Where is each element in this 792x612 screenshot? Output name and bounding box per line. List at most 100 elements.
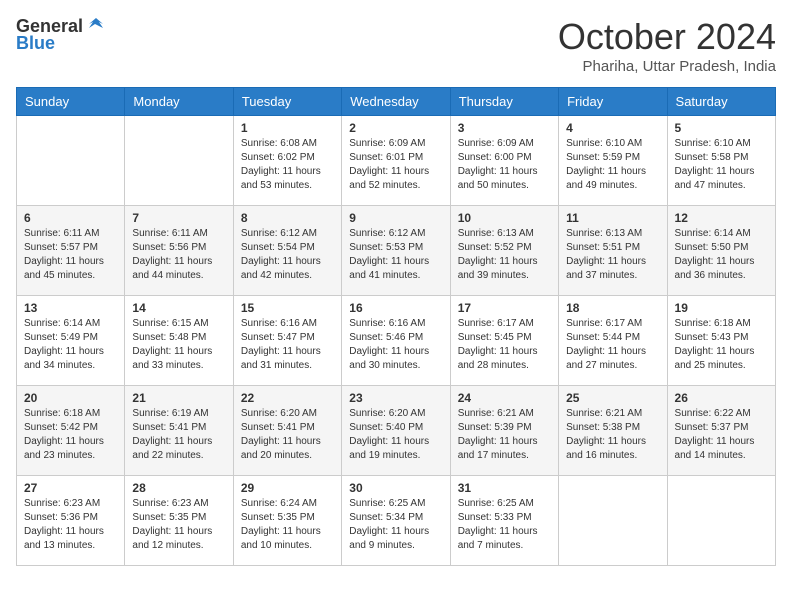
calendar-cell: 8 Sunrise: 6:12 AMSunset: 5:54 PMDayligh… — [233, 206, 341, 296]
day-number: 9 — [349, 211, 442, 225]
day-info: Sunrise: 6:10 AMSunset: 5:58 PMDaylight:… — [675, 137, 768, 193]
calendar-cell: 15 Sunrise: 6:16 AMSunset: 5:47 PMDaylig… — [233, 296, 341, 386]
day-info: Sunrise: 6:21 AMSunset: 5:38 PMDaylight:… — [566, 407, 659, 463]
day-number: 8 — [241, 211, 334, 225]
calendar-cell: 9 Sunrise: 6:12 AMSunset: 5:53 PMDayligh… — [342, 206, 450, 296]
day-info: Sunrise: 6:12 AMSunset: 5:53 PMDaylight:… — [349, 227, 442, 283]
calendar-cell: 31 Sunrise: 6:25 AMSunset: 5:33 PMDaylig… — [450, 476, 558, 566]
day-info: Sunrise: 6:16 AMSunset: 5:46 PMDaylight:… — [349, 317, 442, 373]
day-info: Sunrise: 6:22 AMSunset: 5:37 PMDaylight:… — [675, 407, 768, 463]
calendar-week-row: 20 Sunrise: 6:18 AMSunset: 5:42 PMDaylig… — [17, 386, 776, 476]
day-number: 28 — [132, 481, 225, 495]
day-info: Sunrise: 6:25 AMSunset: 5:33 PMDaylight:… — [458, 497, 551, 553]
day-number: 24 — [458, 391, 551, 405]
day-number: 14 — [132, 301, 225, 315]
calendar-cell: 18 Sunrise: 6:17 AMSunset: 5:44 PMDaylig… — [559, 296, 667, 386]
day-number: 31 — [458, 481, 551, 495]
calendar-week-row: 13 Sunrise: 6:14 AMSunset: 5:49 PMDaylig… — [17, 296, 776, 386]
day-number: 13 — [24, 301, 117, 315]
calendar-cell: 12 Sunrise: 6:14 AMSunset: 5:50 PMDaylig… — [667, 206, 775, 296]
day-number: 23 — [349, 391, 442, 405]
day-number: 29 — [241, 481, 334, 495]
calendar-header-monday: Monday — [125, 88, 233, 116]
day-info: Sunrise: 6:25 AMSunset: 5:34 PMDaylight:… — [349, 497, 442, 553]
calendar-cell: 30 Sunrise: 6:25 AMSunset: 5:34 PMDaylig… — [342, 476, 450, 566]
calendar-cell: 19 Sunrise: 6:18 AMSunset: 5:43 PMDaylig… — [667, 296, 775, 386]
calendar-cell: 29 Sunrise: 6:24 AMSunset: 5:35 PMDaylig… — [233, 476, 341, 566]
day-info: Sunrise: 6:18 AMSunset: 5:43 PMDaylight:… — [675, 317, 768, 373]
day-info: Sunrise: 6:09 AMSunset: 6:01 PMDaylight:… — [349, 137, 442, 193]
day-info: Sunrise: 6:18 AMSunset: 5:42 PMDaylight:… — [24, 407, 117, 463]
day-number: 11 — [566, 211, 659, 225]
calendar-cell: 24 Sunrise: 6:21 AMSunset: 5:39 PMDaylig… — [450, 386, 558, 476]
day-info: Sunrise: 6:14 AMSunset: 5:49 PMDaylight:… — [24, 317, 117, 373]
day-number: 21 — [132, 391, 225, 405]
day-info: Sunrise: 6:23 AMSunset: 5:36 PMDaylight:… — [24, 497, 117, 553]
calendar-cell — [17, 116, 125, 206]
day-info: Sunrise: 6:21 AMSunset: 5:39 PMDaylight:… — [458, 407, 551, 463]
day-number: 27 — [24, 481, 117, 495]
day-info: Sunrise: 6:19 AMSunset: 5:41 PMDaylight:… — [132, 407, 225, 463]
calendar-header-tuesday: Tuesday — [233, 88, 341, 116]
day-info: Sunrise: 6:17 AMSunset: 5:45 PMDaylight:… — [458, 317, 551, 373]
calendar-week-row: 1 Sunrise: 6:08 AMSunset: 6:02 PMDayligh… — [17, 116, 776, 206]
day-number: 4 — [566, 121, 659, 135]
calendar-header-wednesday: Wednesday — [342, 88, 450, 116]
day-number: 30 — [349, 481, 442, 495]
day-number: 20 — [24, 391, 117, 405]
calendar-week-row: 27 Sunrise: 6:23 AMSunset: 5:36 PMDaylig… — [17, 476, 776, 566]
day-number: 16 — [349, 301, 442, 315]
calendar-header-row: SundayMondayTuesdayWednesdayThursdayFrid… — [17, 88, 776, 116]
calendar-cell: 3 Sunrise: 6:09 AMSunset: 6:00 PMDayligh… — [450, 116, 558, 206]
day-info: Sunrise: 6:13 AMSunset: 5:52 PMDaylight:… — [458, 227, 551, 283]
day-info: Sunrise: 6:23 AMSunset: 5:35 PMDaylight:… — [132, 497, 225, 553]
day-number: 15 — [241, 301, 334, 315]
calendar-cell: 6 Sunrise: 6:11 AMSunset: 5:57 PMDayligh… — [17, 206, 125, 296]
calendar-cell: 1 Sunrise: 6:08 AMSunset: 6:02 PMDayligh… — [233, 116, 341, 206]
day-info: Sunrise: 6:17 AMSunset: 5:44 PMDaylight:… — [566, 317, 659, 373]
calendar-cell: 17 Sunrise: 6:17 AMSunset: 5:45 PMDaylig… — [450, 296, 558, 386]
calendar-header-friday: Friday — [559, 88, 667, 116]
calendar-header-saturday: Saturday — [667, 88, 775, 116]
month-title: October 2024 — [558, 16, 776, 58]
calendar-cell: 23 Sunrise: 6:20 AMSunset: 5:40 PMDaylig… — [342, 386, 450, 476]
day-info: Sunrise: 6:09 AMSunset: 6:00 PMDaylight:… — [458, 137, 551, 193]
day-info: Sunrise: 6:13 AMSunset: 5:51 PMDaylight:… — [566, 227, 659, 283]
day-number: 25 — [566, 391, 659, 405]
logo: General Blue — [16, 16, 107, 54]
day-number: 17 — [458, 301, 551, 315]
calendar-header-thursday: Thursday — [450, 88, 558, 116]
page-header: General Blue October 2024 Phariha, Uttar… — [16, 16, 776, 75]
location: Phariha, Uttar Pradesh, India — [558, 58, 776, 75]
calendar-cell: 11 Sunrise: 6:13 AMSunset: 5:51 PMDaylig… — [559, 206, 667, 296]
calendar-cell: 25 Sunrise: 6:21 AMSunset: 5:38 PMDaylig… — [559, 386, 667, 476]
day-number: 1 — [241, 121, 334, 135]
calendar-cell: 5 Sunrise: 6:10 AMSunset: 5:58 PMDayligh… — [667, 116, 775, 206]
calendar-header-sunday: Sunday — [17, 88, 125, 116]
day-number: 3 — [458, 121, 551, 135]
calendar-cell: 16 Sunrise: 6:16 AMSunset: 5:46 PMDaylig… — [342, 296, 450, 386]
calendar-cell: 26 Sunrise: 6:22 AMSunset: 5:37 PMDaylig… — [667, 386, 775, 476]
calendar-cell: 7 Sunrise: 6:11 AMSunset: 5:56 PMDayligh… — [125, 206, 233, 296]
calendar-cell: 21 Sunrise: 6:19 AMSunset: 5:41 PMDaylig… — [125, 386, 233, 476]
day-number: 18 — [566, 301, 659, 315]
day-number: 22 — [241, 391, 334, 405]
day-info: Sunrise: 6:14 AMSunset: 5:50 PMDaylight:… — [675, 227, 768, 283]
calendar-table: SundayMondayTuesdayWednesdayThursdayFrid… — [16, 87, 776, 566]
day-info: Sunrise: 6:11 AMSunset: 5:56 PMDaylight:… — [132, 227, 225, 283]
calendar-cell — [667, 476, 775, 566]
calendar-cell: 28 Sunrise: 6:23 AMSunset: 5:35 PMDaylig… — [125, 476, 233, 566]
calendar-cell: 20 Sunrise: 6:18 AMSunset: 5:42 PMDaylig… — [17, 386, 125, 476]
day-number: 7 — [132, 211, 225, 225]
calendar-cell: 10 Sunrise: 6:13 AMSunset: 5:52 PMDaylig… — [450, 206, 558, 296]
calendar-cell — [125, 116, 233, 206]
day-number: 19 — [675, 301, 768, 315]
day-info: Sunrise: 6:16 AMSunset: 5:47 PMDaylight:… — [241, 317, 334, 373]
calendar-cell: 27 Sunrise: 6:23 AMSunset: 5:36 PMDaylig… — [17, 476, 125, 566]
day-number: 6 — [24, 211, 117, 225]
day-number: 26 — [675, 391, 768, 405]
day-info: Sunrise: 6:20 AMSunset: 5:41 PMDaylight:… — [241, 407, 334, 463]
calendar-cell: 13 Sunrise: 6:14 AMSunset: 5:49 PMDaylig… — [17, 296, 125, 386]
day-info: Sunrise: 6:08 AMSunset: 6:02 PMDaylight:… — [241, 137, 334, 193]
logo-bird-icon — [85, 14, 107, 36]
